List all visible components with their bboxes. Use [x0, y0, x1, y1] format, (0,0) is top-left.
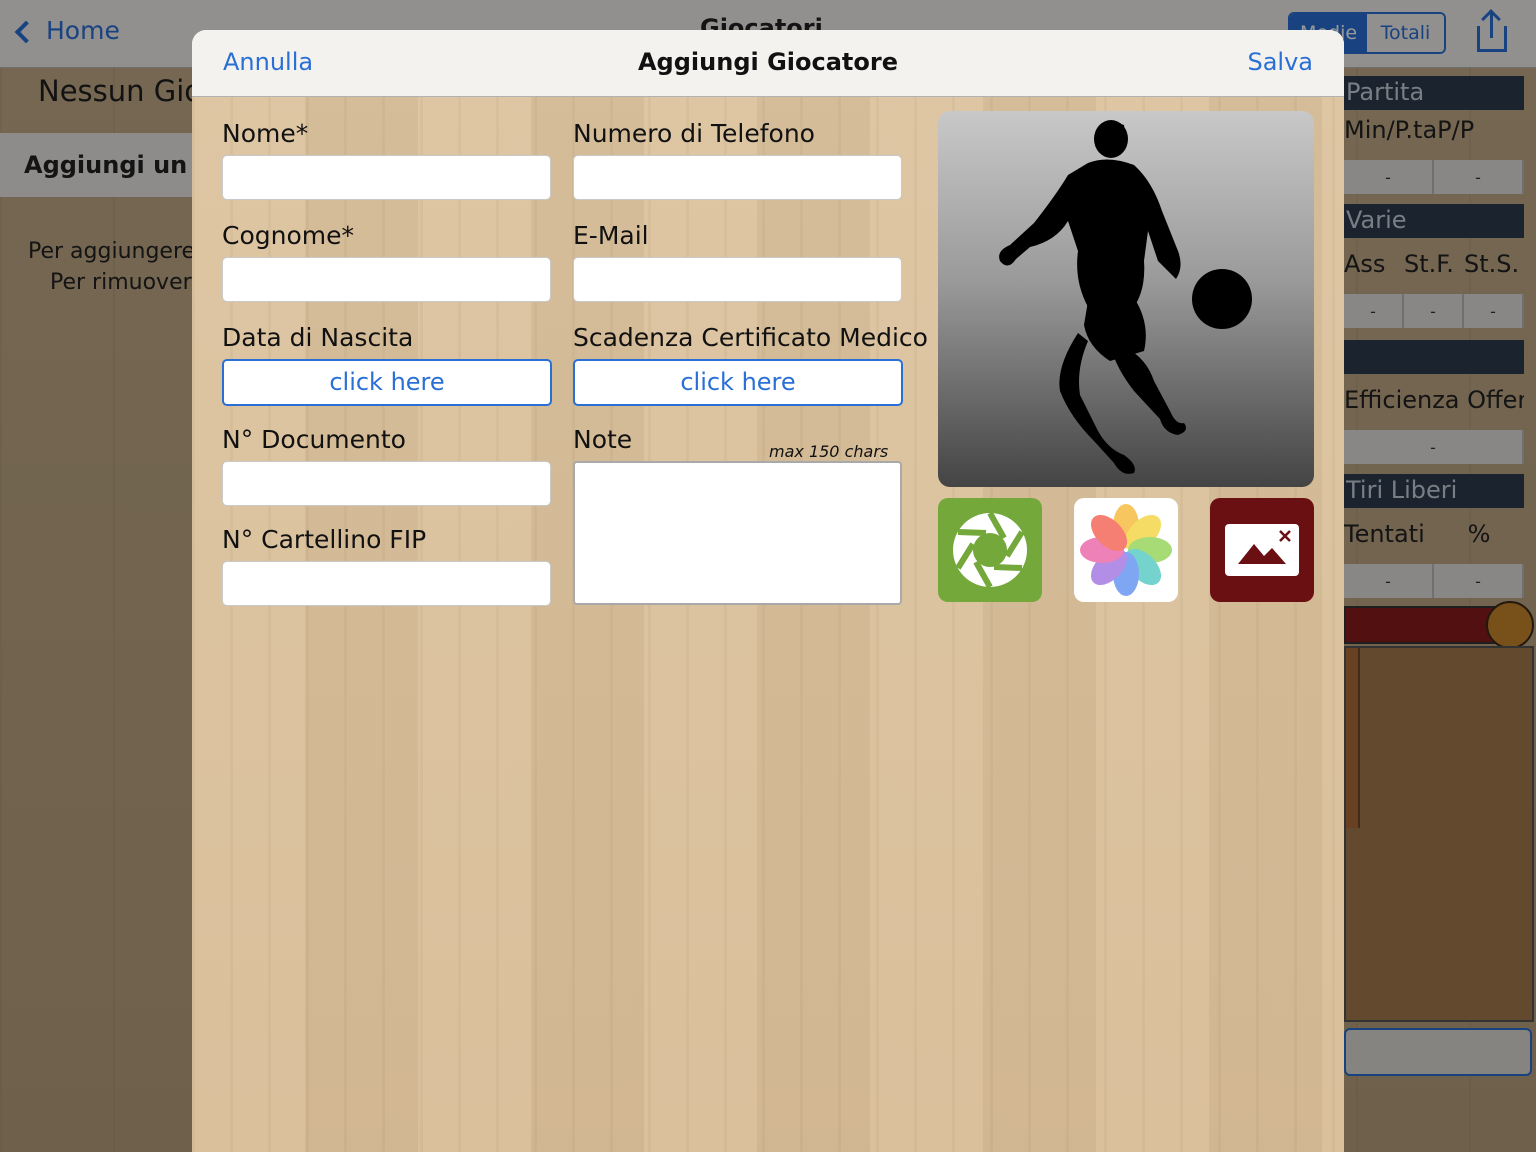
- nome-label: Nome*: [222, 119, 309, 148]
- modal-nav-bar: Annulla Aggiungi Giocatore Salva: [192, 30, 1344, 97]
- data-nascita-button[interactable]: click here: [222, 359, 552, 406]
- remove-image-icon: [1225, 524, 1299, 576]
- telefono-field[interactable]: [573, 155, 902, 200]
- modal-title: Aggiungi Giocatore: [637, 48, 898, 76]
- nome-field[interactable]: [222, 155, 551, 200]
- cartellino-field[interactable]: [222, 561, 551, 606]
- certificato-label: Scadenza Certificato Medico: [573, 323, 928, 352]
- photos-library-icon: [1080, 504, 1172, 596]
- telefono-label: Numero di Telefono: [573, 119, 815, 148]
- photo-library-button[interactable]: [1074, 498, 1178, 602]
- camera-button[interactable]: [938, 498, 1042, 602]
- documento-field[interactable]: [222, 461, 551, 506]
- cognome-field[interactable]: [222, 257, 551, 302]
- camera-shutter-icon: [953, 511, 1027, 589]
- cancel-button[interactable]: Annulla: [223, 48, 313, 76]
- player-silhouette-icon: [999, 120, 1252, 474]
- save-button[interactable]: Salva: [1247, 48, 1313, 76]
- cartellino-label: N° Cartellino FIP: [222, 525, 427, 554]
- note-hint: max 150 chars: [769, 442, 889, 461]
- email-field[interactable]: [573, 257, 902, 302]
- documento-label: N° Documento: [222, 425, 406, 454]
- add-player-modal: Annulla Aggiungi Giocatore Salva Nome* C…: [192, 30, 1344, 1152]
- cognome-label: Cognome*: [222, 221, 354, 250]
- player-photo[interactable]: [938, 111, 1314, 487]
- note-textarea[interactable]: [573, 461, 902, 605]
- certificato-button[interactable]: click here: [573, 359, 903, 406]
- remove-photo-button[interactable]: [1210, 498, 1314, 602]
- data-nascita-label: Data di Nascita: [222, 323, 414, 352]
- note-label: Note: [573, 425, 633, 454]
- email-label: E-Mail: [573, 221, 649, 250]
